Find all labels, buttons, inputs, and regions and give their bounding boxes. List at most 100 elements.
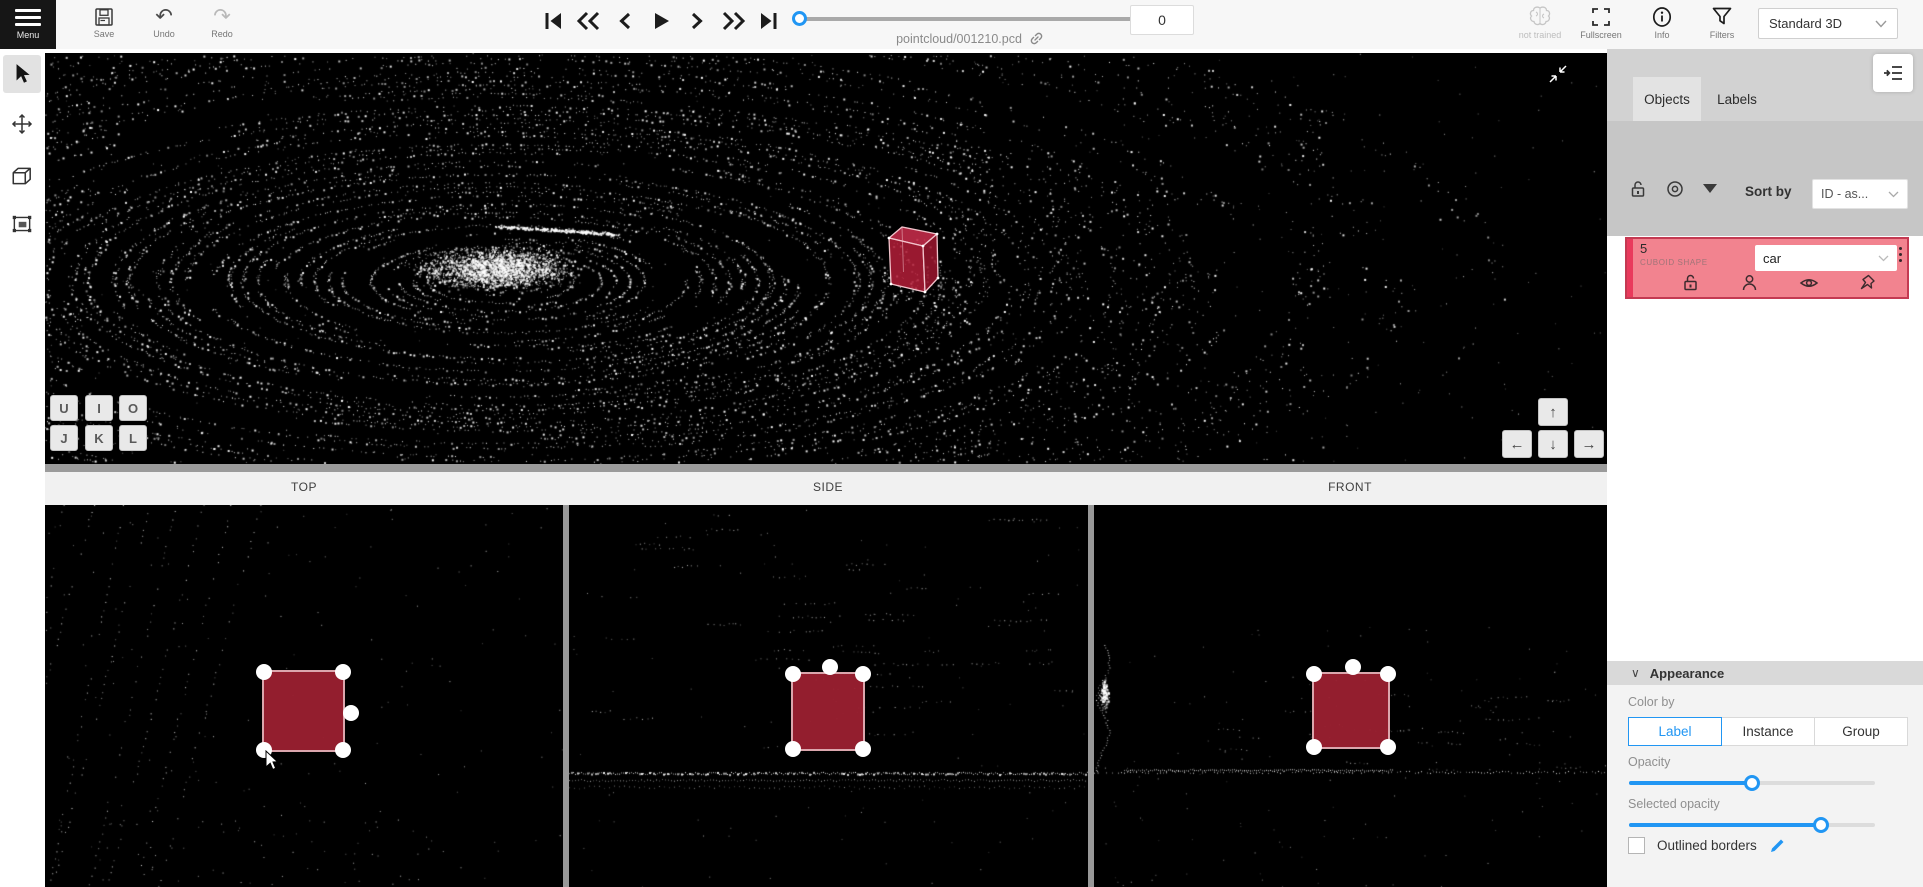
resize-handle[interactable] <box>335 742 351 758</box>
move-tool-button[interactable] <box>3 105 41 143</box>
key-hint-o[interactable]: O <box>119 395 147 421</box>
key-hint-j[interactable]: J <box>50 425 78 451</box>
object-category-select[interactable]: car <box>1755 245 1897 271</box>
fast-backward-button[interactable] <box>574 7 603 35</box>
rotate-handle[interactable] <box>343 705 359 721</box>
chevron-down-icon <box>1878 255 1889 262</box>
color-by-label-button[interactable]: Label <box>1628 717 1722 746</box>
step-back-button[interactable] <box>610 7 639 35</box>
redo-icon: ↷ <box>200 6 244 28</box>
save-label: Save <box>82 29 126 39</box>
cuboid-annotation-3d[interactable] <box>885 220 943 298</box>
key-hint-i[interactable]: I <box>85 395 113 421</box>
undo-button[interactable]: ↶ Undo <box>142 6 186 39</box>
skip-to-end-button[interactable] <box>754 7 783 35</box>
cuboid-tool-button[interactable] <box>3 157 41 195</box>
frame-slider-handle[interactable] <box>792 11 807 26</box>
menu-button[interactable]: Menu <box>0 0 56 49</box>
side-view[interactable] <box>569 505 1088 887</box>
pan-left-button[interactable]: ← <box>1502 430 1532 458</box>
color-by-group-button[interactable]: Group <box>1814 717 1908 746</box>
resize-handle[interactable] <box>855 741 871 757</box>
opacity-label: Opacity <box>1628 755 1670 769</box>
pan-down-button[interactable]: ↓ <box>1538 430 1568 458</box>
top-view[interactable] <box>45 505 563 887</box>
cuboid-annotation-side[interactable] <box>791 672 865 751</box>
cuboid-annotation-front[interactable] <box>1312 672 1390 749</box>
resize-handle[interactable] <box>1306 666 1322 682</box>
hamburger-icon <box>15 9 41 26</box>
lock-all-icon[interactable] <box>1629 179 1647 199</box>
info-button[interactable]: Info <box>1632 5 1692 40</box>
skip-to-start-button[interactable] <box>538 7 567 35</box>
view-resize-divider[interactable] <box>45 464 1607 472</box>
resize-handle[interactable] <box>1380 666 1396 682</box>
object-visibility-icon[interactable] <box>1799 276 1819 290</box>
object-color-bar <box>1627 239 1633 297</box>
front-view[interactable] <box>1094 505 1607 887</box>
appearance-section-header[interactable]: ∨ Appearance <box>1607 661 1923 685</box>
step-forward-button[interactable] <box>682 7 711 35</box>
main-pointcloud-canvas[interactable] <box>45 53 1607 464</box>
edit-pencil-icon[interactable] <box>1769 838 1785 854</box>
select-tool-button[interactable] <box>3 55 41 93</box>
selected-opacity-slider-fill <box>1629 823 1821 827</box>
resize-handle[interactable] <box>855 666 871 682</box>
selected-opacity-slider[interactable] <box>1629 817 1875 833</box>
resize-handle[interactable] <box>1306 739 1322 755</box>
filters-icon <box>1711 5 1733 29</box>
outlined-borders-row: Outlined borders <box>1628 837 1785 854</box>
pan-up-button[interactable]: ↑ <box>1538 398 1568 426</box>
expand-all-icon[interactable] <box>1703 184 1717 194</box>
collapse-panel-button[interactable] <box>1873 54 1913 92</box>
outlined-borders-checkbox[interactable] <box>1628 837 1645 854</box>
fullscreen-button[interactable]: Fullscreen <box>1571 5 1631 40</box>
opacity-slider[interactable] <box>1629 775 1875 791</box>
save-button[interactable]: Save <box>82 6 126 39</box>
panel-tabs: Objects Labels <box>1607 49 1923 121</box>
frame-slider-track[interactable] <box>798 17 1140 21</box>
info-icon <box>1651 5 1673 29</box>
main-3d-view[interactable]: U I O J K L ↑ ← ↓ → <box>45 53 1607 464</box>
pan-right-button[interactable]: → <box>1574 430 1604 458</box>
cuboid-annotation-top[interactable] <box>262 670 345 752</box>
object-list-item[interactable]: 5 CUBOID SHAPE car <box>1625 237 1909 299</box>
filename-label: pointcloud/001210.pcd <box>896 32 1022 46</box>
sort-by-select[interactable]: ID - as... <box>1812 179 1908 209</box>
brain-icon <box>1527 5 1553 29</box>
object-pin-icon[interactable] <box>1859 274 1876 291</box>
skip-start-icon <box>541 9 565 33</box>
color-by-group: Label Instance Group <box>1628 717 1908 746</box>
image-region-tool-button[interactable] <box>3 205 41 243</box>
collapse-view-icon[interactable] <box>1546 62 1570 86</box>
resize-handle[interactable] <box>785 666 801 682</box>
rotate-handle[interactable] <box>822 659 838 675</box>
key-hint-l[interactable]: L <box>119 425 147 451</box>
view-mode-select[interactable]: Standard 3D <box>1758 8 1898 39</box>
link-icon[interactable] <box>1029 31 1044 46</box>
menu-label: Menu <box>0 30 56 40</box>
play-button[interactable] <box>646 7 675 35</box>
key-hint-k[interactable]: K <box>85 425 113 451</box>
selected-opacity-slider-handle[interactable] <box>1813 817 1829 833</box>
opacity-slider-handle[interactable] <box>1744 775 1760 791</box>
frame-slider[interactable] <box>798 10 1140 26</box>
filters-button[interactable]: Filters <box>1692 5 1752 40</box>
key-hint-u[interactable]: U <box>50 395 78 421</box>
redo-label: Redo <box>200 29 244 39</box>
resize-handle[interactable] <box>256 664 272 680</box>
fast-forward-button[interactable] <box>718 7 747 35</box>
redo-button[interactable]: ↷ Redo <box>200 6 244 39</box>
tab-objects[interactable]: Objects <box>1633 77 1701 121</box>
object-lock-icon[interactable] <box>1682 273 1699 292</box>
tab-labels[interactable]: Labels <box>1707 77 1767 121</box>
object-assignee-icon[interactable] <box>1741 273 1758 292</box>
color-by-instance-button[interactable]: Instance <box>1721 717 1815 746</box>
rotate-handle[interactable] <box>1345 659 1361 675</box>
resize-handle[interactable] <box>785 741 801 757</box>
resize-handle[interactable] <box>335 664 351 680</box>
resize-handle[interactable] <box>1380 739 1396 755</box>
visibility-all-icon[interactable] <box>1665 181 1685 197</box>
object-menu-button[interactable] <box>1894 244 1906 265</box>
appearance-title: Appearance <box>1650 666 1724 681</box>
